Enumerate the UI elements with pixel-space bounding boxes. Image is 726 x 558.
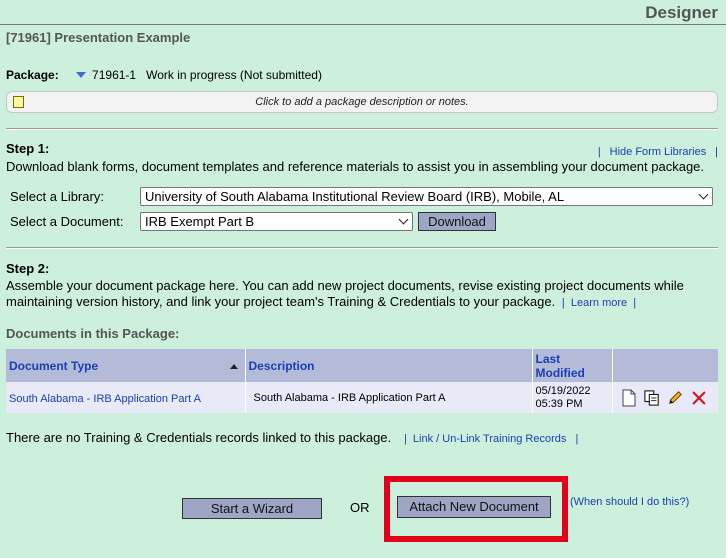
edit-pencil-icon[interactable] xyxy=(667,389,683,407)
column-header-actions xyxy=(612,349,718,382)
document-type-link[interactable]: South Alabama - IRB Application Part A xyxy=(9,393,201,405)
library-select[interactable]: University of South Alabama Institutiona… xyxy=(140,187,713,206)
document-select[interactable]: IRB Exempt Part B xyxy=(140,212,413,231)
modified-time: 05:39 PM xyxy=(535,397,583,410)
download-button[interactable]: Download xyxy=(418,212,496,231)
sort-ascending-icon[interactable] xyxy=(229,363,238,369)
view-document-icon[interactable] xyxy=(621,389,637,407)
step2-heading: Step 2: xyxy=(6,261,50,276)
step1-text: Download blank forms, document templates… xyxy=(6,159,705,174)
modified-date: 05/19/2022 xyxy=(535,384,591,397)
package-status: Work in progress (Not submitted) xyxy=(146,68,322,82)
notes-prompt[interactable]: Click to add a package description or no… xyxy=(7,96,717,108)
or-label: OR xyxy=(350,500,370,515)
hide-form-libraries-link[interactable]: Hide Form Libraries xyxy=(610,146,707,158)
link-training-records[interactable]: Link / Un-Link Training Records xyxy=(413,433,566,445)
section-divider xyxy=(6,247,718,249)
cell-actions xyxy=(612,382,718,413)
table-row: South Alabama - IRB Application Part A S… xyxy=(6,382,718,413)
documents-table: Document Type Description Last Modified … xyxy=(6,349,718,413)
when-should-i-link[interactable]: (When should I do this?) xyxy=(570,496,689,508)
column-header-description[interactable]: Description xyxy=(245,349,533,382)
start-wizard-button[interactable]: Start a Wizard xyxy=(182,498,322,519)
step2-text-block: Assemble your document package here. You… xyxy=(6,278,684,309)
cell-description: South Alabama - IRB Application Part A xyxy=(245,382,533,413)
package-id[interactable]: 71961-1 xyxy=(92,68,136,82)
delete-icon[interactable] xyxy=(691,389,707,407)
library-select-value: University of South Alabama Institutiona… xyxy=(145,189,565,204)
learn-more-link[interactable]: Learn more xyxy=(571,297,627,309)
package-dropdown-icon[interactable] xyxy=(76,72,87,79)
cell-last-modified: 05/19/2022 05:39 PM xyxy=(532,382,613,413)
library-label: Select a Library: xyxy=(10,189,104,204)
package-label: Package: xyxy=(6,68,59,82)
document-select-value: IRB Exempt Part B xyxy=(145,214,255,229)
document-label: Select a Document: xyxy=(10,214,124,229)
copy-document-icon[interactable] xyxy=(644,389,660,407)
training-row: There are no Training & Credentials reco… xyxy=(6,430,579,445)
project-title: [71961] Presentation Example xyxy=(6,30,191,45)
attach-new-document-button[interactable]: Attach New Document xyxy=(397,496,551,518)
package-row: Package: 71961-1 Work in progress (Not s… xyxy=(6,68,322,82)
column-header-document-type[interactable]: Document Type xyxy=(6,349,246,382)
documents-section-label: Documents in this Package: xyxy=(6,326,180,341)
chevron-down-icon xyxy=(698,189,709,200)
no-training-text: There are no Training & Credentials reco… xyxy=(6,430,392,445)
column-header-last-modified[interactable]: Last Modified xyxy=(532,349,613,382)
chevron-down-icon xyxy=(398,214,409,225)
cell-document-type: South Alabama - IRB Application Part A xyxy=(6,382,246,413)
package-notes-bar[interactable]: Click to add a package description or no… xyxy=(6,91,718,113)
hide-libraries-group: | Hide Form Libraries | xyxy=(597,146,718,158)
section-divider xyxy=(6,128,718,130)
header-divider xyxy=(0,24,726,25)
table-header-row: Document Type Description Last Modified xyxy=(6,349,718,382)
step1-heading: Step 1: xyxy=(6,141,50,156)
app-title: Designer xyxy=(645,3,718,22)
